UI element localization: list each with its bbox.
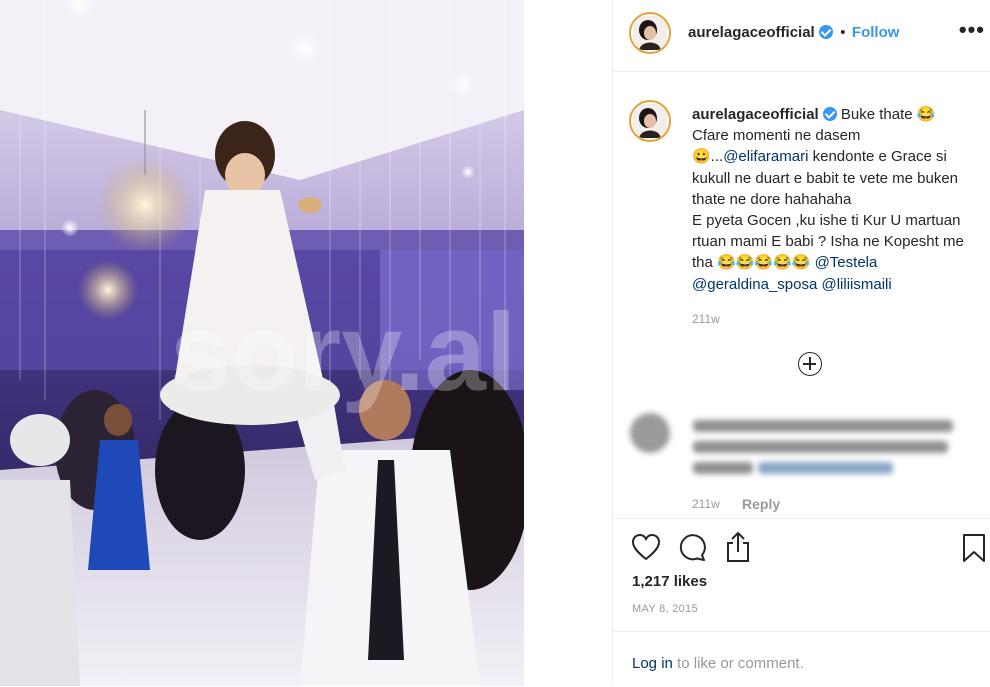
- blurred-comment-mention: [758, 462, 893, 474]
- login-prompt-text: to like or comment.: [672, 655, 804, 672]
- caption-avatar[interactable]: [629, 100, 671, 142]
- separator-dot: •: [840, 24, 846, 41]
- caption-line: Buke thate 😂: [840, 106, 936, 123]
- comment-avatar[interactable]: [630, 413, 670, 453]
- follow-button[interactable]: Follow: [852, 24, 900, 41]
- mention-link[interactable]: @elifaramari: [723, 148, 808, 165]
- caption-username[interactable]: aurelagaceofficial: [692, 106, 819, 123]
- caption-text: aurelagaceofficial Buke thate 😂 Cfare mo…: [692, 104, 972, 295]
- header-avatar[interactable]: [629, 12, 671, 54]
- blurred-comment-line: [693, 462, 753, 474]
- post-date: MAY 8, 2015: [632, 603, 698, 615]
- heart-icon[interactable]: [631, 533, 661, 561]
- header-username[interactable]: aurelagaceofficial: [688, 24, 815, 41]
- bookmark-icon[interactable]: [961, 533, 987, 563]
- post-photo[interactable]: sory.al: [0, 0, 524, 686]
- post-header: aurelagaceofficial • Follow •••: [613, 0, 990, 72]
- caption-line: Cfare momenti ne dasem: [692, 127, 861, 145]
- plus-circle-icon[interactable]: [798, 352, 822, 376]
- post-details-panel: aurelagaceofficial • Follow ••• aurelaga…: [612, 0, 990, 686]
- watermark-text: sory.al: [170, 291, 517, 414]
- more-options-icon[interactable]: •••: [959, 19, 985, 41]
- actions-section: 1,217 likes MAY 8, 2015 Log in to like o…: [613, 518, 990, 686]
- reply-button[interactable]: Reply: [742, 496, 780, 512]
- profile-picture-icon: [633, 104, 667, 138]
- comment-icon[interactable]: [678, 533, 708, 563]
- photo-gutter: [524, 0, 612, 686]
- verified-badge-icon: [818, 25, 833, 39]
- mention-link[interactable]: @geraldina_sposa: [692, 276, 817, 293]
- share-icon[interactable]: [724, 531, 752, 563]
- mention-link[interactable]: @liliismaili: [821, 276, 891, 293]
- blurred-comment-line: [693, 441, 948, 453]
- caption-line: 😀...: [692, 148, 724, 166]
- mention-link[interactable]: @Testela: [815, 254, 878, 271]
- likes-count[interactable]: 1,217 likes: [632, 573, 707, 590]
- header-user-row: aurelagaceofficial • Follow: [688, 24, 899, 42]
- comment-timestamp[interactable]: 211w: [692, 497, 720, 511]
- blurred-comment-line: [693, 420, 953, 432]
- verified-badge-icon: [822, 107, 837, 121]
- profile-picture-icon: [633, 16, 667, 50]
- login-link[interactable]: Log in: [632, 655, 673, 672]
- wedding-photo-image: sory.al: [0, 0, 524, 686]
- caption-timestamp[interactable]: 211w: [692, 312, 720, 326]
- login-prompt: Log in to like or comment.: [613, 631, 990, 687]
